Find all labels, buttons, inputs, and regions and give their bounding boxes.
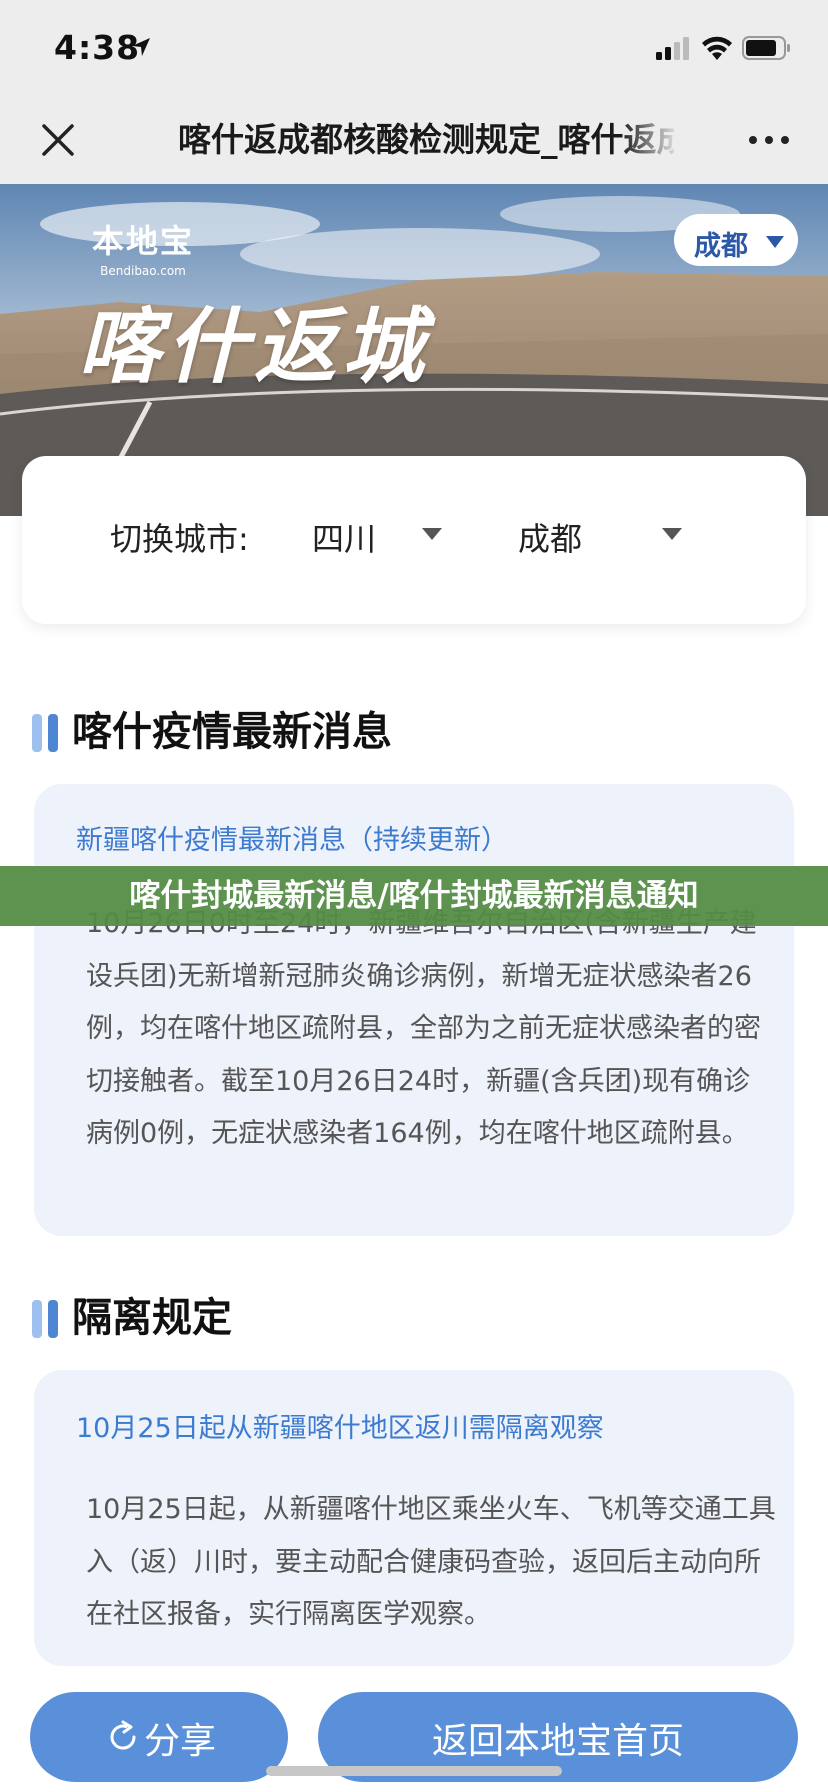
province-select[interactable]: 四川	[312, 514, 376, 560]
switch-city-label: 切换城市:	[110, 520, 249, 558]
nav-bar: 喀什返成都核酸检测规定_喀什返成都	[0, 96, 828, 184]
section-bars-icon	[32, 1300, 58, 1338]
city-switcher-card: 切换城市: 四川 成都	[22, 456, 806, 624]
city-select[interactable]: 成都	[518, 514, 582, 560]
page-title: 喀什返成都核酸检测规定_喀什返成都	[178, 120, 674, 159]
section-bars-icon	[32, 714, 58, 752]
cellular-signal-icon	[656, 37, 689, 60]
close-icon[interactable]	[40, 122, 76, 158]
quarantine-link[interactable]: 10月25日起从新疆喀什地区返川需隔离观察	[76, 1406, 604, 1445]
bendibao-logo: 本地宝 Bendibao.com	[92, 222, 195, 278]
share-label: 分享	[144, 1721, 217, 1762]
title-fade	[620, 112, 680, 168]
city-caret-icon[interactable]	[662, 528, 682, 540]
status-bar: 4:38	[0, 0, 828, 96]
home-indicator	[266, 1766, 562, 1776]
share-button[interactable]: 分享	[30, 1692, 288, 1782]
back-home-label: 返回本地宝首页	[431, 1721, 684, 1762]
hero-title: 喀什返城	[78, 300, 430, 395]
section-title: 喀什疫情最新消息	[72, 709, 392, 755]
headline-text: 喀什封城最新消息/喀什封城最新消息通知	[129, 878, 699, 914]
share-refresh-icon	[110, 1720, 136, 1750]
quarantine-body: 10月25日起，从新疆喀什地区乘坐火车、飞机等交通工具入（返）川时，要主动配合健…	[86, 1494, 776, 1630]
location-arrow-icon	[132, 38, 150, 56]
more-options-icon[interactable]	[746, 126, 792, 154]
city-select-label: 成都	[694, 231, 748, 262]
epidemic-news-card: 新疆喀什疫情最新消息（持续更新） 10月26日0时至24时，新疆维吾尔自治区(含…	[34, 784, 794, 1236]
status-time: 4:38	[54, 28, 141, 67]
battery-icon	[742, 36, 790, 60]
wifi-icon	[702, 36, 732, 60]
quarantine-card: 10月25日起从新疆喀什地区返川需隔离观察 10月25日起，从新疆喀什地区乘坐火…	[34, 1370, 794, 1666]
section-title: 隔离规定	[72, 1295, 232, 1341]
province-caret-icon[interactable]	[422, 528, 442, 540]
news-body: 10月26日0时至24时，新疆维吾尔自治区(含新疆生产建设兵团)无新增新冠肺炎确…	[86, 908, 761, 1149]
city-select-button[interactable]: 成都	[674, 214, 798, 266]
headline-banner: 喀什封城最新消息/喀什封城最新消息通知	[0, 866, 828, 926]
news-link[interactable]: 新疆喀什疫情最新消息（持续更新）	[76, 818, 508, 857]
caret-down-icon	[766, 236, 784, 248]
